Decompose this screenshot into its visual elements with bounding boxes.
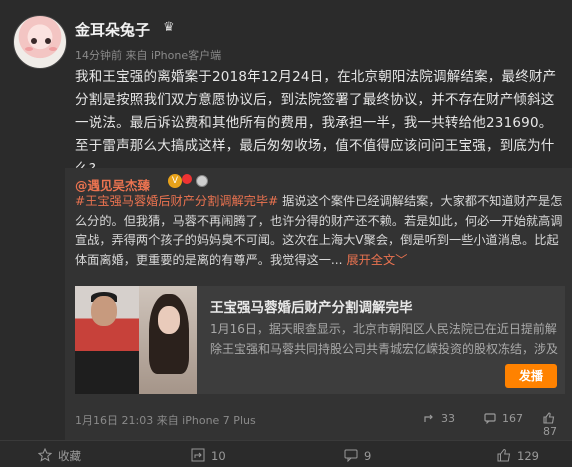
repost-share-count: 33	[441, 412, 455, 425]
share-button[interactable]: 10	[191, 448, 226, 463]
comment-button[interactable]: 9	[344, 448, 371, 463]
comment-icon	[484, 413, 496, 424]
chevron-down-icon: ﹀	[395, 252, 408, 267]
avatar-cheek	[49, 47, 57, 51]
repost-share-button[interactable]: 33	[423, 412, 455, 425]
repost-like-count: 87	[543, 425, 557, 438]
avatar[interactable]	[13, 15, 67, 69]
card-title[interactable]: 王宝强马蓉婚后财产分割调解完毕	[210, 296, 413, 316]
thumbs-up-icon	[497, 448, 511, 462]
avatar-eye	[31, 38, 37, 44]
member-badge-icon[interactable]	[182, 174, 192, 184]
repost-comment-button[interactable]: 167	[484, 412, 523, 425]
share-icon	[191, 448, 205, 462]
like-count: 129	[517, 449, 539, 463]
repost-comment-count: 167	[502, 412, 523, 425]
card-description: 1月16日，据天眼查显示，北京市朝阳区人民法院已在近日提前解除王宝强和马蓉共同持…	[210, 322, 559, 356]
link-card[interactable]: 王宝强马蓉婚后财产分割调解完毕 1月16日，据天眼查显示，北京市朝阳区人民法院已…	[75, 286, 565, 394]
username[interactable]: 金耳朵兔子	[75, 19, 150, 40]
comment-icon	[344, 449, 358, 463]
post-text: 我和王宝强的离婚案于2018年12月24日，在北京朝阳法院调解结案，最终财产分割…	[75, 69, 557, 177]
favorite-label: 收藏	[58, 449, 81, 463]
share-count: 10	[211, 449, 226, 463]
favorite-button[interactable]: 收藏	[37, 447, 81, 464]
hashtag-link[interactable]: #王宝强马蓉婚后财产分割调解完毕#	[75, 194, 278, 208]
action-bar: 收藏 10 9 129	[0, 440, 572, 467]
vip-badge-icon[interactable]: V	[168, 174, 182, 188]
avatar-cheek	[25, 47, 33, 51]
send-button[interactable]: 发播	[505, 364, 557, 388]
expand-link[interactable]: 展开全文﹀	[346, 253, 407, 267]
post-meta: 14分钟前 来自 iPhone客户端	[75, 49, 222, 62]
avatar-eye	[45, 38, 51, 44]
clock-badge-icon[interactable]	[196, 175, 208, 187]
repost-meta: 1月16日 21:03 来自 iPhone 7 Plus	[75, 414, 256, 427]
thumbs-up-icon	[543, 412, 555, 424]
like-button[interactable]: 129	[497, 448, 539, 463]
thumbnail-woman	[139, 286, 197, 394]
repost-like-button[interactable]: 87	[543, 412, 572, 438]
comment-count: 9	[364, 449, 372, 463]
thumbnail-man	[75, 286, 139, 394]
repost-block: @遇见吴杰臻 V #王宝强马蓉婚后财产分割调解完毕# 据说这个案件已经调解结案，…	[65, 168, 572, 440]
crown-icon[interactable]: ♛	[163, 20, 175, 35]
expand-label: 展开全文	[346, 252, 396, 267]
star-icon	[37, 447, 53, 462]
share-icon	[424, 414, 433, 422]
card-thumbnail	[75, 286, 197, 394]
repost-text: #王宝强马蓉婚后财产分割调解完毕# 据说这个案件已经调解结案，大家都不知道财产是…	[75, 192, 565, 270]
